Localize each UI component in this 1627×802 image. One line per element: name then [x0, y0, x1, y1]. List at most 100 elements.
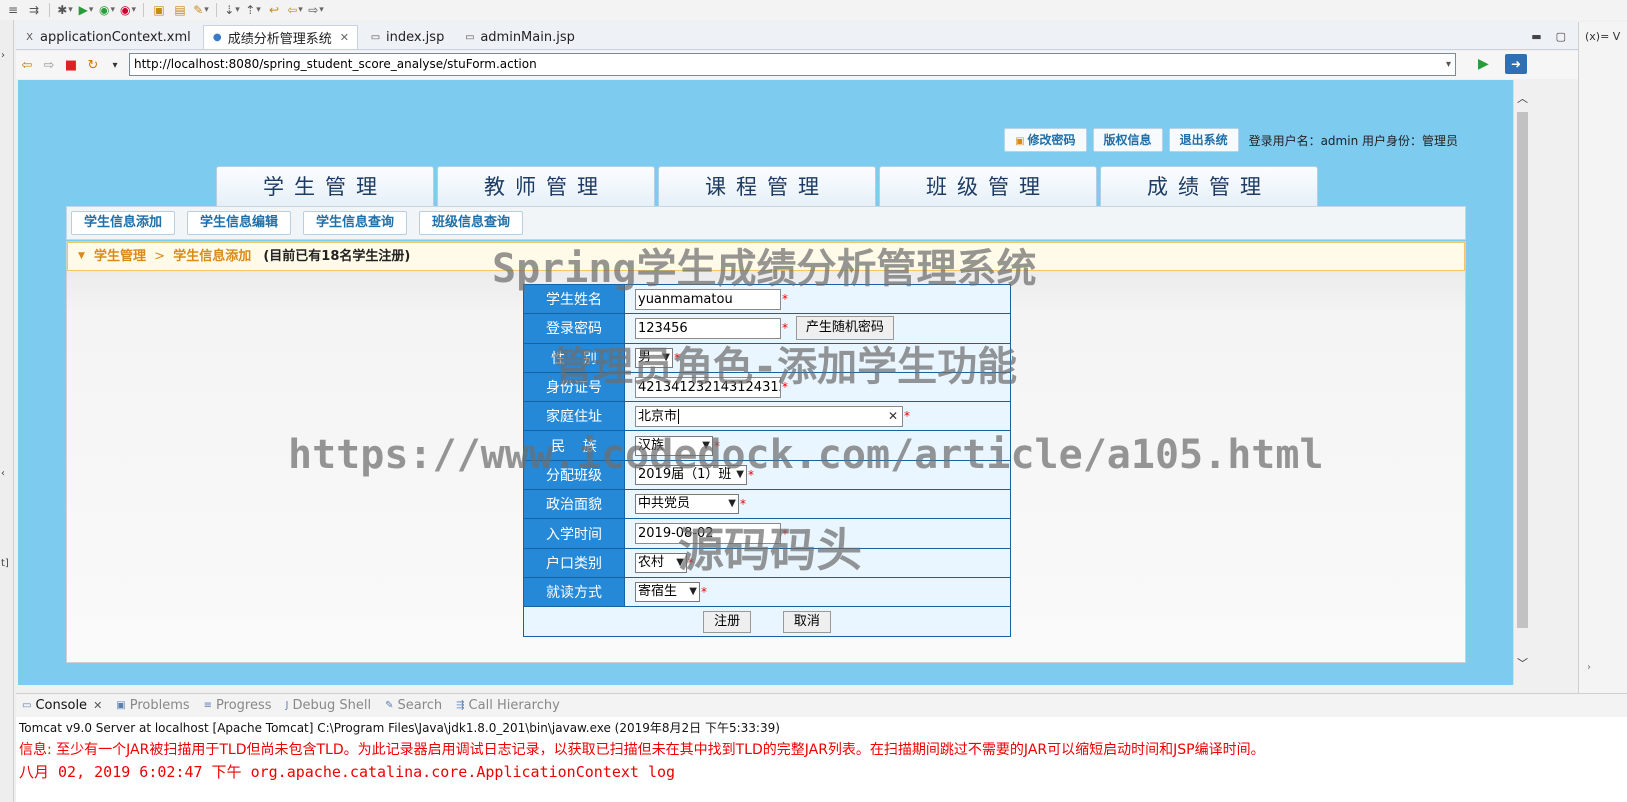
nav-teacher-management[interactable]: 教师管理	[437, 166, 655, 206]
nav-student-management[interactable]: 学生管理	[216, 166, 434, 206]
tab-progress[interactable]: ≡ Progress	[204, 698, 272, 713]
chevron-down-icon[interactable]: ▾	[104, 60, 126, 71]
open-folder-icon[interactable]: ▤	[171, 2, 189, 18]
chevron-down-icon[interactable]: ﹀	[1517, 655, 1528, 671]
gender-value: 男	[638, 349, 652, 365]
politics-select[interactable]: 中共党员 ▼	[635, 494, 739, 515]
nav-score-management[interactable]: 成绩管理	[1100, 166, 1318, 206]
tab-console[interactable]: ▭ Console ✕	[22, 698, 102, 713]
forward-icon[interactable]: ⇨	[307, 2, 325, 18]
browser-nav-bar: ⇦ ⇨ ■ ↻ ▾ http://localhost:8080/spring_s…	[16, 51, 1578, 79]
form-row-id: 身份证号 421341232143124312*	[523, 371, 1011, 403]
sub-nav-add-student[interactable]: 学生信息添加	[71, 211, 176, 235]
format-icon[interactable]: ≡	[4, 2, 22, 18]
prev-annotation-icon[interactable]: ⇡	[244, 2, 262, 18]
back-icon[interactable]: ⇦	[286, 2, 304, 18]
url-input[interactable]: http://localhost:8080/spring_student_sco…	[129, 53, 1456, 76]
sub-nav-edit-student[interactable]: 学生信息编辑	[187, 211, 292, 235]
sub-nav-query-student[interactable]: 学生信息查询	[303, 211, 408, 235]
content-panel: ▼ 学生管理 > 学生信息添加 (目前已有18名学生注册) 学生姓名 yuanm…	[66, 241, 1466, 663]
cancel-button[interactable]: 取消	[782, 610, 831, 633]
chevron-icon[interactable]: ›	[1, 50, 5, 61]
back-arrow-icon[interactable]: ⇦	[16, 58, 38, 73]
add-student-form: 学生姓名 yuanmamatou * 登录密码 123456 * 产生随机密码 性 …	[523, 283, 1011, 638]
tab-score-system[interactable]: ● 成绩分析管理系统 ✕	[202, 25, 358, 49]
name-cell: yuanmamatou *	[624, 283, 1011, 315]
form-row-gender: 性 别 男 ▼ *	[523, 342, 1011, 373]
debug-icon[interactable]: ✱	[56, 2, 74, 18]
name-label: 学生姓名	[523, 283, 625, 315]
stop-icon[interactable]: ■	[60, 58, 82, 73]
tab-label: adminMain.jsp	[480, 29, 575, 45]
nav-class-management[interactable]: 班级管理	[879, 166, 1097, 206]
variables-tab-label[interactable]: (x)= V	[1585, 30, 1620, 43]
nation-select[interactable]: 汉族 ▼	[635, 435, 713, 456]
tab-label: Search	[397, 698, 443, 713]
required-mark: *	[782, 321, 788, 336]
gender-select[interactable]: 男 ▼	[635, 347, 673, 368]
progress-icon: ≡	[203, 700, 213, 711]
tab-application-context[interactable]: X applicationContext.xml	[16, 25, 199, 49]
external-tools-icon[interactable]: ◉	[119, 2, 137, 18]
password-input[interactable]: 123456	[635, 317, 781, 339]
editor-tab-bar: X applicationContext.xml ● 成绩分析管理系统 ✕ ▭ …	[16, 22, 1578, 50]
search-tool-icon[interactable]: ✎	[192, 2, 210, 18]
name-input[interactable]: yuanmamatou	[635, 288, 781, 310]
tab-index-jsp[interactable]: ▭ index.jsp	[362, 25, 452, 49]
breadcrumb-root[interactable]: 学生管理	[94, 249, 146, 264]
required-mark: *	[904, 409, 910, 424]
study-mode-select[interactable]: 寄宿生 ▼	[635, 582, 700, 603]
chevron-down-icon[interactable]: ▾	[1446, 54, 1451, 75]
class-select[interactable]: 2019届（1）班 ▼	[635, 464, 747, 485]
maximize-icon[interactable]: ▢	[1556, 30, 1566, 43]
id-cell: 421341232143124312*	[624, 371, 1011, 403]
minimize-icon[interactable]: ▬	[1531, 30, 1541, 43]
go-icon[interactable]: ▶	[1478, 56, 1489, 72]
change-password-button[interactable]: ▣ 修改密码	[1004, 128, 1087, 152]
close-icon[interactable]: ✕	[340, 31, 349, 44]
open-external-browser-icon[interactable]: ➜	[1505, 54, 1527, 74]
next-annotation-icon[interactable]: ⇣	[223, 2, 241, 18]
copyright-button[interactable]: 版权信息	[1092, 128, 1163, 152]
enroll-cell: 2019-08-02 *	[624, 518, 1011, 549]
scrollbar-thumb[interactable]	[1517, 112, 1528, 628]
clear-icon[interactable]: ✕	[888, 407, 898, 426]
left-strip-label: t]	[1, 558, 9, 569]
sub-nav-query-class[interactable]: 班级信息查询	[419, 211, 524, 235]
last-edit-icon[interactable]: ↩	[265, 2, 283, 18]
run-icon[interactable]: ▶	[77, 2, 95, 18]
tab-problems[interactable]: ▣ Problems	[116, 698, 189, 713]
logout-button[interactable]: 退出系统	[1168, 128, 1239, 152]
change-password-label: 修改密码	[1027, 133, 1076, 147]
open-type-icon[interactable]: ▣	[150, 2, 168, 18]
console-icon: ▭	[22, 700, 32, 711]
refresh-icon[interactable]: ↻	[82, 58, 104, 73]
random-password-button[interactable]: 产生随机密码	[795, 316, 894, 341]
debug-shell-icon: J	[285, 700, 289, 711]
form-row-enroll: 入学时间 2019-08-02 *	[523, 518, 1011, 549]
coverage-icon[interactable]: ◉	[98, 2, 116, 18]
chevron-icon[interactable]: ‹	[1, 468, 5, 479]
enroll-date-input[interactable]: 2019-08-02	[635, 523, 781, 545]
address-input[interactable]: 北京市 ✕	[635, 405, 903, 427]
close-icon[interactable]: ✕	[93, 699, 102, 712]
tab-label: 成绩分析管理系统	[227, 32, 332, 47]
tab-search[interactable]: ✎ Search	[385, 698, 442, 713]
politics-cell: 中共党员 ▼ *	[624, 489, 1011, 520]
id-input[interactable]: 421341232143124312	[635, 376, 781, 398]
hukou-select[interactable]: 农村 ▼	[635, 552, 687, 573]
chevron-down-icon: ▼	[662, 351, 670, 363]
tab-admin-main-jsp[interactable]: ▭ adminMain.jsp	[456, 25, 583, 49]
tab-call-hierarchy[interactable]: ⇶ Call Hierarchy	[456, 698, 560, 713]
scroll-right-icon[interactable]: ›	[1587, 662, 1591, 673]
register-button[interactable]: 注册	[703, 610, 752, 633]
nav-course-management[interactable]: 课程管理	[658, 166, 876, 206]
breadcrumb-current[interactable]: 学生信息添加	[173, 249, 251, 264]
form-actions-cell: 注册 取消	[523, 606, 1011, 638]
forward-arrow-icon[interactable]: ⇨	[38, 58, 60, 73]
vertical-scrollbar[interactable]: ︿ ﹀	[1513, 80, 1531, 685]
chevron-up-icon[interactable]: ︿	[1517, 90, 1528, 106]
tab-debug-shell[interactable]: J Debug Shell	[286, 698, 372, 713]
format-all-icon[interactable]: ⇉	[25, 2, 43, 18]
console-output[interactable]: Tomcat v9.0 Server at localhost [Apache …	[16, 717, 1627, 802]
